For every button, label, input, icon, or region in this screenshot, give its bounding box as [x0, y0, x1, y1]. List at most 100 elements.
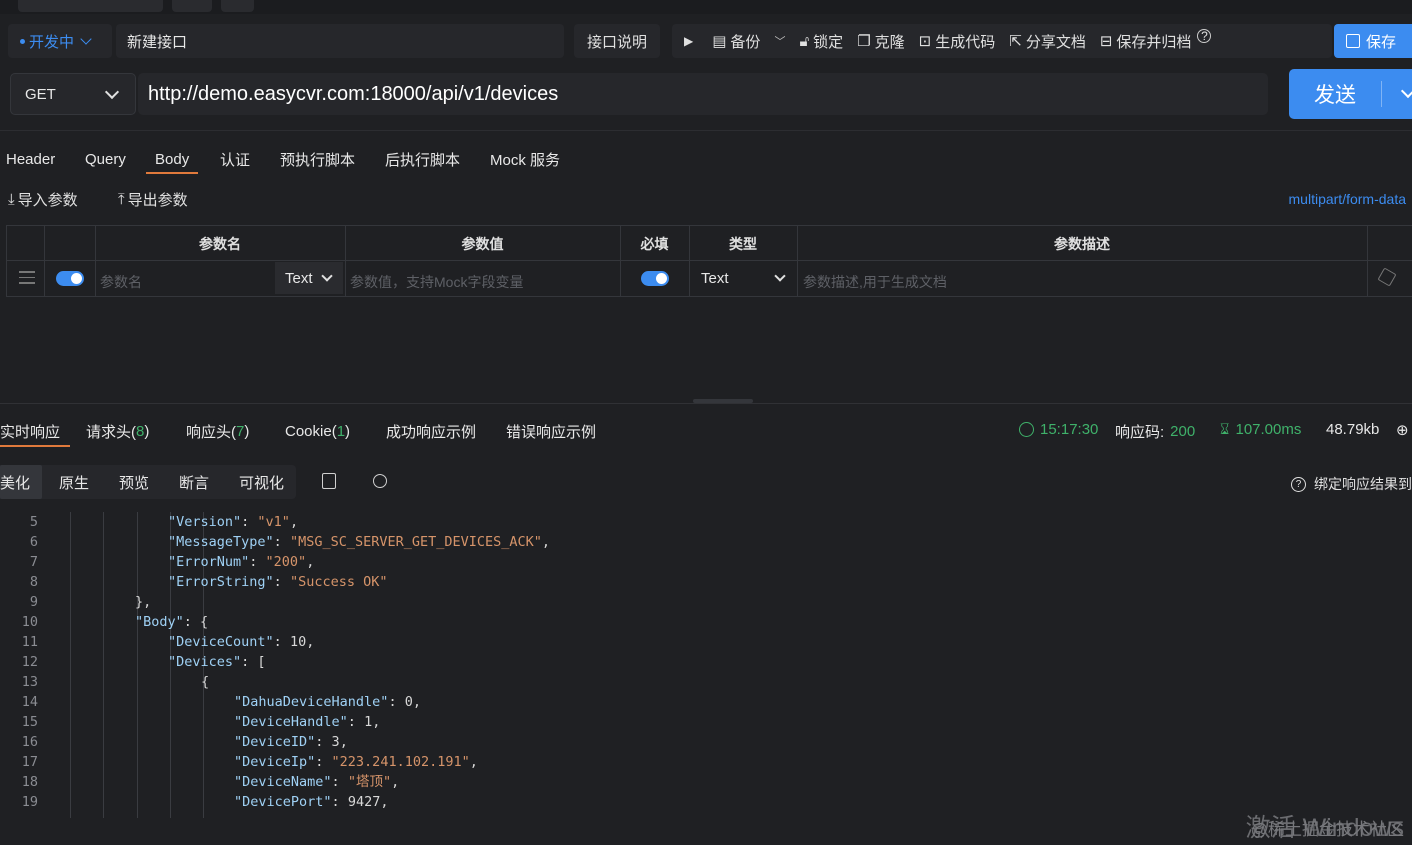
line-number: 15	[21, 714, 38, 730]
param-name-type-select[interactable]: Text	[275, 262, 343, 294]
import-params-button[interactable]: ⤓ 导入参数	[8, 188, 78, 210]
tab-label: 响应头(	[186, 423, 236, 441]
lock-icon: 🔓︎	[799, 32, 810, 50]
tab-mock[interactable]: Mock 服务	[490, 145, 560, 173]
tab-label: 错误响应示例	[506, 423, 597, 441]
divider	[0, 130, 1412, 131]
tab-label: 请求头(	[86, 423, 136, 441]
bind-response-label: 绑定响应结果到	[1314, 476, 1412, 492]
tab-count: 7	[236, 422, 245, 440]
api-toolbar: ▶ ▤ 备份 ﹀ 🔓︎ 锁定 ❐ 克隆 ⊡ 生成代码 ⇱ 分享文档 ⊟ 保存并归…	[672, 24, 1332, 58]
indent-guide	[103, 512, 104, 818]
save-archive-label: 保存并归档	[1116, 33, 1192, 51]
play-icon: ▶	[684, 34, 694, 48]
tab-count: 1	[336, 422, 346, 440]
url-input[interactable]: http://demo.easycvr.com:18000/api/v1/dev…	[138, 73, 1268, 115]
tab-visualize[interactable]: 可视化	[228, 465, 295, 499]
lock-label: 锁定	[813, 33, 844, 51]
backup-button[interactable]: ▤ 备份 ﹀	[705, 24, 792, 58]
chevron-down-icon	[321, 270, 333, 282]
tab-header[interactable]: Header	[6, 145, 55, 173]
response-code-view[interactable]: 5 "Version": "v1", 6 "MessageType": "MSG_SC…	[0, 512, 1412, 818]
code-icon: ⊡	[918, 33, 932, 50]
export-params-label: 导出参数	[127, 191, 188, 209]
clone-button[interactable]: ❐ 克隆	[850, 24, 911, 58]
code-text: },	[135, 594, 152, 610]
tab-request-headers[interactable]: 请求头(8)	[86, 418, 149, 444]
backup-label: 备份	[730, 33, 761, 51]
save-archive-button[interactable]: ⊟ 保存并归档 ?	[1093, 24, 1219, 58]
code-text: "Body": {	[135, 614, 209, 630]
help-icon[interactable]: ?	[1197, 29, 1212, 43]
status-code-label: 响应码:	[1115, 424, 1165, 441]
new-tab-button[interactable]	[172, 0, 212, 12]
more-tabs-button[interactable]	[221, 0, 254, 12]
param-value-input[interactable]: 参数值，支持Mock字段变量	[350, 272, 523, 292]
save-button[interactable]: 保存	[1334, 24, 1412, 58]
method-select[interactable]: GET	[10, 73, 136, 115]
lock-button[interactable]: 🔓︎ 锁定	[792, 24, 850, 58]
code-text: "MessageType": "MSG_SC_SERVER_GET_DEVICE…	[168, 534, 551, 550]
line-number: 12	[21, 654, 38, 670]
param-description-input[interactable]: 参数描述,用于生成文档	[803, 272, 947, 292]
column-header-required: 必填	[640, 236, 669, 252]
line-number: 13	[21, 674, 38, 690]
run-button[interactable]: ▶	[672, 24, 705, 58]
send-split-divider	[1381, 81, 1382, 107]
line-number: 10	[21, 614, 38, 630]
line-number: 6	[29, 534, 38, 550]
tab-raw[interactable]: 原生	[48, 465, 100, 499]
code-text: "DeviceHandle": 1,	[234, 714, 381, 730]
body-type-select[interactable]: multipart/form-data	[1289, 191, 1406, 207]
cube-icon[interactable]	[1377, 267, 1397, 287]
environment-select[interactable]: 开发中	[8, 24, 112, 58]
code-text: "DeviceCount": 10,	[168, 634, 315, 650]
tab-pre-script[interactable]: 预执行脚本	[280, 145, 355, 173]
tab-body[interactable]: Body	[145, 145, 199, 174]
line-number: 16	[21, 734, 38, 750]
tab-label: 成功响应示例	[386, 423, 477, 441]
generate-code-button[interactable]: ⊡ 生成代码	[912, 24, 1003, 58]
tab-post-script[interactable]: 后执行脚本	[385, 145, 460, 173]
tab-preview[interactable]: 预览	[108, 465, 160, 499]
import-params-label: 导入参数	[17, 191, 78, 209]
status-dot-icon	[20, 38, 25, 44]
api-doc-button[interactable]: 接口说明	[574, 24, 660, 58]
response-time-value: 15:17:30	[1040, 421, 1099, 438]
globe-icon[interactable]: ⊕	[1396, 421, 1409, 439]
tab-response-headers[interactable]: 响应头(7)	[186, 418, 249, 444]
copy-icon[interactable]	[322, 473, 336, 489]
enable-toggle[interactable]	[56, 271, 84, 286]
chevron-down-icon	[774, 270, 786, 282]
tab-query[interactable]: Query	[85, 145, 126, 173]
method-label: GET	[25, 85, 56, 103]
param-name-input[interactable]: 参数名	[100, 272, 142, 292]
tab-assert[interactable]: 断言	[168, 465, 220, 499]
open-tab[interactable]	[18, 0, 163, 12]
search-icon[interactable]	[373, 474, 387, 488]
hourglass-icon: ⌛︎	[1220, 421, 1230, 438]
status-code: 响应码: 200	[1115, 421, 1195, 442]
param-type-select[interactable]: Text	[691, 262, 796, 294]
tab-live-response[interactable]: 实时响应	[0, 418, 71, 447]
drag-handle-icon[interactable]	[19, 271, 35, 288]
paren-close: )	[244, 422, 250, 440]
tab-auth[interactable]: 认证	[220, 145, 250, 173]
tab-beautify[interactable]: 美化	[0, 465, 42, 499]
export-params-button[interactable]: ⤒ 导出参数	[118, 188, 188, 210]
bind-response-button[interactable]: ? 绑定响应结果到	[1291, 474, 1412, 494]
response-duration: ⌛︎ 107.00ms	[1220, 421, 1301, 438]
tab-label: Cookie(	[285, 422, 337, 440]
send-button[interactable]: 发送	[1289, 69, 1412, 119]
column-header-name: 参数名	[199, 236, 241, 252]
tab-success-example[interactable]: 成功响应示例	[386, 418, 476, 444]
required-toggle[interactable]	[641, 271, 669, 286]
chevron-down-icon[interactable]	[1400, 83, 1412, 99]
resize-handle[interactable]	[693, 399, 753, 403]
paren-close: )	[144, 422, 150, 440]
save-icon	[1346, 34, 1360, 48]
api-name-input[interactable]: 新建接口	[116, 24, 564, 58]
tab-error-example[interactable]: 错误响应示例	[506, 418, 596, 444]
tab-cookie[interactable]: Cookie(1)	[285, 418, 350, 444]
share-doc-button[interactable]: ⇱ 分享文档	[1002, 24, 1093, 58]
